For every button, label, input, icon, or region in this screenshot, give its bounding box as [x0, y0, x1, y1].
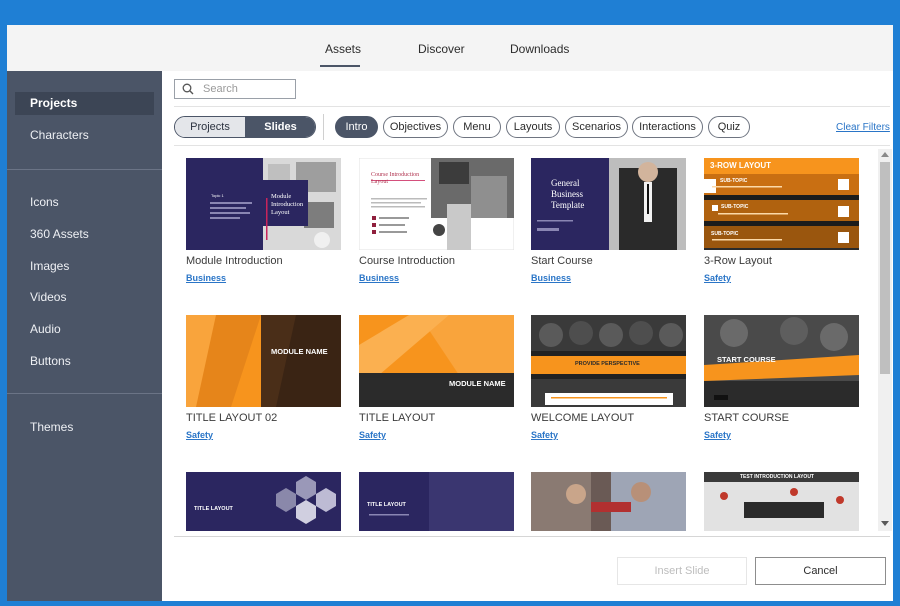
filter-chip-layouts[interactable]: Layouts — [506, 116, 560, 138]
template-thumbnail[interactable] — [531, 472, 686, 531]
filter-chip-intro[interactable]: Intro — [335, 116, 378, 138]
template-category-link[interactable]: Safety — [704, 430, 731, 440]
thumbnail-heading: PROVIDE PERSPECTIVE — [575, 361, 640, 367]
template-thumbnail[interactable]: TITLE LAYOUT — [359, 472, 514, 531]
sidebar-item-icons[interactable]: Icons — [15, 191, 154, 214]
thumbnail-heading: TITLE LAYOUT — [194, 506, 233, 512]
template-title: Module Introduction — [186, 255, 283, 267]
template-thumbnail[interactable]: Module Introduction Layout Topic 1 — [186, 158, 341, 250]
top-tab-bar: Assets Discover Downloads — [7, 25, 893, 71]
thumbnail-heading: TEST INTRODUCTION LAYOUT — [740, 474, 814, 480]
template-thumbnail[interactable]: Course Introduction Layout — [359, 158, 514, 250]
search-input[interactable] — [203, 82, 291, 96]
toggle-projects[interactable]: Projects — [175, 117, 245, 137]
divider — [174, 145, 890, 146]
thumbnail-heading: General Business Template — [551, 178, 585, 210]
sidebar: Projects Characters Icons 360 Assets Ima… — [7, 71, 162, 601]
thumbnail-heading: 3-ROW LAYOUT — [710, 161, 772, 170]
thumbnail-heading: MODULE NAME — [449, 379, 506, 388]
filter-chip-interactions[interactable]: Interactions — [632, 116, 703, 138]
divider — [174, 106, 890, 107]
template-title: Start Course — [531, 255, 593, 267]
filter-chip-scenarios[interactable]: Scenarios — [565, 116, 628, 138]
template-category-link[interactable]: Safety — [186, 430, 213, 440]
template-grid: Module Introduction Layout Topic 1 Modul… — [162, 149, 878, 531]
sidebar-item-characters[interactable]: Characters — [15, 124, 154, 147]
thumbnail-heading: MODULE NAME — [271, 347, 328, 356]
sidebar-item-projects[interactable]: Projects — [15, 92, 154, 115]
template-thumbnail[interactable]: TITLE LAYOUT — [186, 472, 341, 531]
sidebar-divider — [7, 169, 162, 170]
scroll-down-arrow-icon[interactable] — [881, 521, 889, 526]
template-thumbnail[interactable]: TEST INTRODUCTION LAYOUT — [704, 472, 859, 531]
filter-chip-quiz[interactable]: Quiz — [708, 116, 750, 138]
template-thumbnail[interactable]: START COURSE — [704, 315, 859, 407]
template-title: TITLE LAYOUT 02 — [186, 412, 278, 424]
asset-browser-window: Assets Discover Downloads Projects Chara… — [7, 25, 893, 601]
thumbnail-label: Topic 1 — [211, 193, 224, 198]
active-tab-indicator — [320, 65, 360, 67]
sidebar-item-buttons[interactable]: Buttons — [15, 350, 154, 373]
scrollbar-thumb[interactable] — [880, 162, 890, 374]
template-category-link[interactable]: Safety — [531, 430, 558, 440]
thumbnail-row-label: SUB-TOPIC — [721, 204, 749, 210]
template-title: Course Introduction — [359, 255, 455, 267]
template-category-link[interactable]: Business — [359, 273, 399, 283]
thumbnail-heading: START COURSE — [717, 355, 776, 364]
insert-slide-button[interactable]: Insert Slide — [617, 557, 747, 585]
filter-chip-menu[interactable]: Menu — [453, 116, 501, 138]
thumbnail-heading: TITLE LAYOUT — [367, 502, 406, 508]
divider — [174, 536, 890, 537]
sidebar-item-themes[interactable]: Themes — [15, 416, 154, 439]
tab-assets[interactable]: Assets — [325, 42, 361, 56]
thumbnail-heading: Course Introduction Layout — [371, 172, 420, 185]
template-thumbnail[interactable]: MODULE NAME — [186, 315, 341, 407]
filter-separator — [323, 114, 324, 140]
template-category-link[interactable]: Safety — [704, 273, 731, 283]
sidebar-item-audio[interactable]: Audio — [15, 318, 154, 341]
thumbnail-row-label: SUB-TOPIC — [711, 231, 739, 237]
tab-discover[interactable]: Discover — [418, 42, 465, 56]
filter-chip-objectives[interactable]: Objectives — [383, 116, 448, 138]
template-category-link[interactable]: Business — [186, 273, 226, 283]
template-category-link[interactable]: Safety — [359, 430, 386, 440]
sidebar-divider — [7, 393, 162, 394]
template-thumbnail[interactable]: 3-ROW LAYOUT SUB-TOPIC SUB-TOPIC SUB-TOP… — [704, 158, 859, 250]
sidebar-item-images[interactable]: Images — [15, 255, 154, 278]
thumbnail-heading: Module Introduction Layout — [271, 193, 304, 216]
template-thumbnail[interactable]: MODULE NAME — [359, 315, 514, 407]
clear-filters-link[interactable]: Clear Filters — [836, 122, 890, 133]
template-title: TITLE LAYOUT — [359, 412, 436, 424]
projects-slides-toggle[interactable]: Projects Slides — [174, 116, 316, 138]
cancel-button[interactable]: Cancel — [755, 557, 886, 585]
grid-scrollbar[interactable] — [878, 149, 892, 531]
thumbnail-row-label: SUB-TOPIC — [720, 178, 748, 184]
sidebar-item-videos[interactable]: Videos — [15, 286, 154, 309]
sidebar-item-360-assets[interactable]: 360 Assets — [15, 223, 154, 246]
template-title: START COURSE — [704, 412, 789, 424]
template-thumbnail[interactable]: PROVIDE PERSPECTIVE — [531, 315, 686, 407]
template-title: WELCOME LAYOUT — [531, 412, 635, 424]
main-panel: Projects Slides Intro Objectives Menu La… — [162, 71, 893, 601]
scroll-up-arrow-icon[interactable] — [881, 152, 889, 157]
template-category-link[interactable]: Business — [531, 273, 571, 283]
toggle-slides[interactable]: Slides — [245, 117, 315, 137]
search-box[interactable] — [174, 79, 296, 99]
template-thumbnail[interactable]: General Business Template — [531, 158, 686, 250]
tab-downloads[interactable]: Downloads — [510, 42, 569, 56]
search-icon — [182, 83, 194, 95]
template-title: 3-Row Layout — [704, 255, 772, 267]
